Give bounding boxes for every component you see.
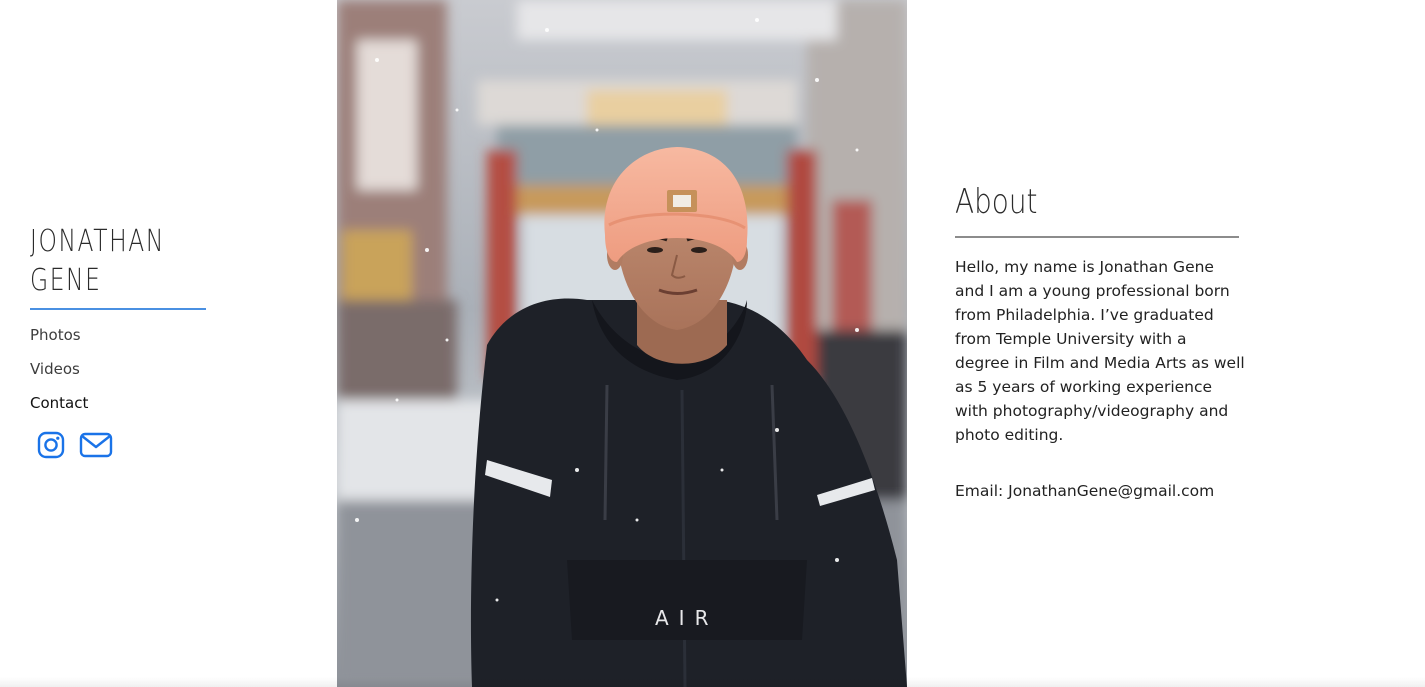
nav-item-photos[interactable]: Photos xyxy=(30,326,206,360)
page: JONATHAN GENE Photos Videos Contact AIR … xyxy=(0,0,1425,687)
site-title-line-2: GENE xyxy=(30,263,102,298)
instagram-icon[interactable] xyxy=(37,431,65,459)
main-nav: Photos Videos Contact xyxy=(30,326,206,428)
jacket-air-text: AIR xyxy=(655,606,718,630)
about-heading: About xyxy=(955,182,1038,222)
mail-icon[interactable] xyxy=(79,431,113,459)
social-links xyxy=(37,431,206,459)
site-title[interactable]: JONATHAN GENE xyxy=(30,222,209,300)
about-email[interactable]: Email: JonathanGene@gmail.com xyxy=(955,479,1245,503)
nav-item-videos[interactable]: Videos xyxy=(30,360,206,394)
title-divider xyxy=(30,308,206,310)
about-divider xyxy=(955,236,1239,238)
portrait-photo: AIR xyxy=(337,0,907,687)
about-section: About Hello, my name is Jonathan Gene an… xyxy=(955,180,1245,503)
site-title-line-1: JONATHAN xyxy=(30,224,165,259)
nav-item-contact[interactable]: Contact xyxy=(30,394,206,428)
sidebar: JONATHAN GENE Photos Videos Contact xyxy=(30,222,206,459)
about-body: Hello, my name is Jonathan Gene and I am… xyxy=(955,258,1245,444)
